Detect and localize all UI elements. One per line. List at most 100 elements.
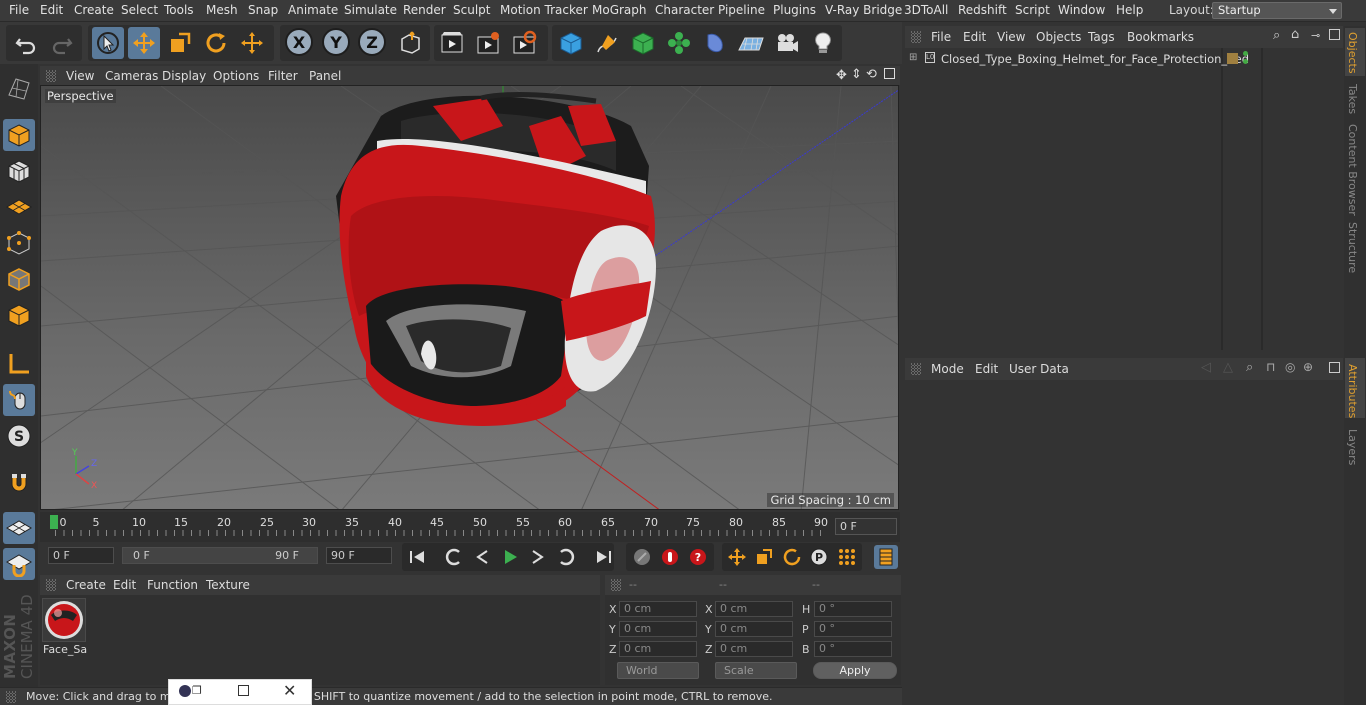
menu-pipeline[interactable]: Pipeline	[718, 3, 765, 17]
cloner-icon[interactable]	[663, 27, 695, 59]
rot-p-field[interactable]: 0 °	[814, 621, 892, 637]
viewport-dolly-icon[interactable]: ⇕	[851, 67, 862, 82]
y-axis-lock[interactable]: Y	[322, 28, 350, 56]
material-menu-edit[interactable]: Edit	[113, 578, 136, 592]
settings-icon[interactable]: ◎	[1285, 360, 1295, 374]
key-pla-icon[interactable]	[835, 545, 859, 569]
menu-snap[interactable]: Snap	[248, 3, 278, 17]
motion-record-icon[interactable]	[630, 545, 654, 569]
link-icon[interactable]: ⊸	[1311, 29, 1320, 42]
tab-objects[interactable]: Objects	[1346, 32, 1359, 74]
tab-layers[interactable]: Layers	[1346, 429, 1359, 465]
tab-content-browser[interactable]: Content Browser	[1346, 124, 1359, 216]
x-axis-lock[interactable]: X	[285, 28, 313, 56]
objects-menu-objects[interactable]: Objects	[1036, 30, 1081, 44]
previous-frame-icon[interactable]	[470, 545, 494, 569]
viewport-menu-panel[interactable]: Panel	[309, 69, 341, 83]
scale-icon[interactable]	[164, 27, 196, 59]
play-icon[interactable]	[498, 545, 522, 569]
material-menu-function[interactable]: Function	[147, 578, 198, 592]
recent-tool-icon[interactable]	[236, 27, 268, 59]
record-active-icon[interactable]	[658, 545, 682, 569]
object-row[interactable]: ⊞ L0 Closed_Type_Boxing_Helmet_for_Face_…	[905, 51, 1343, 69]
viewport-menu-filter[interactable]: Filter	[268, 69, 298, 83]
subdivision-icon[interactable]	[627, 27, 659, 59]
end-frame-field[interactable]: 90 F	[326, 547, 392, 564]
menu-mograph[interactable]: MoGraph	[592, 3, 647, 17]
new-window-icon[interactable]	[1329, 362, 1340, 373]
menu-file[interactable]: File	[9, 3, 29, 17]
frame-range-slider[interactable]: 0 F 90 F	[122, 547, 318, 564]
size-z-field[interactable]: 0 cm	[715, 641, 793, 657]
key-rotation-icon[interactable]	[780, 545, 804, 569]
search-icon[interactable]: ⌕	[1246, 360, 1253, 375]
snap-icon[interactable]	[3, 512, 35, 544]
viewport-menu-view[interactable]: View	[66, 69, 94, 83]
menu-edit[interactable]: Edit	[40, 3, 63, 17]
menu-script[interactable]: Script	[1015, 3, 1050, 17]
light-icon[interactable]	[807, 27, 839, 59]
panel-grip-icon[interactable]	[46, 70, 56, 82]
menu-sculpt[interactable]: Sculpt	[453, 3, 490, 17]
search-icon[interactable]: ⌕	[1273, 28, 1280, 43]
menu-select[interactable]: Select	[121, 3, 158, 17]
close-icon[interactable]: ✕	[283, 681, 296, 700]
menu-character[interactable]: Character	[655, 3, 714, 17]
back-arrow-icon[interactable]: ◁	[1201, 360, 1211, 375]
workplane-icon[interactable]	[3, 191, 35, 223]
size-x-field[interactable]: 0 cm	[715, 601, 793, 617]
next-keyframe-icon[interactable]	[554, 545, 578, 569]
attributes-menu-edit[interactable]: Edit	[975, 362, 998, 376]
coordinate-mode-select[interactable]: World	[617, 662, 699, 679]
menu-create[interactable]: Create	[74, 3, 114, 17]
key-parameter-icon[interactable]: P	[807, 545, 831, 569]
viewport-pan-icon[interactable]: ✥	[836, 68, 847, 83]
maximize-icon[interactable]	[238, 685, 249, 696]
menu-window[interactable]: Window	[1058, 3, 1105, 17]
panel-grip-icon[interactable]	[611, 579, 621, 591]
menu-help[interactable]: Help	[1116, 3, 1143, 17]
layer-color-icon[interactable]	[1227, 53, 1238, 64]
objects-menu-edit[interactable]: Edit	[963, 30, 986, 44]
axis-mode-icon[interactable]	[3, 348, 35, 380]
render-view-icon[interactable]	[436, 27, 468, 59]
menu-animate[interactable]: Animate	[288, 3, 338, 17]
model-mode-icon[interactable]	[3, 119, 35, 151]
pen-spline-icon[interactable]	[591, 27, 623, 59]
go-to-start-icon[interactable]	[405, 545, 429, 569]
key-position-icon[interactable]	[725, 545, 749, 569]
previous-keyframe-icon[interactable]	[442, 545, 466, 569]
snap-settings-icon[interactable]	[3, 548, 35, 580]
objects-menu-view[interactable]: View	[997, 30, 1025, 44]
transform-mode-select[interactable]: Scale	[715, 662, 797, 679]
start-frame-field[interactable]: 0 F	[48, 547, 114, 564]
material-swatch[interactable]	[42, 598, 86, 642]
size-y-field[interactable]: 0 cm	[715, 621, 793, 637]
up-arrow-icon[interactable]: △	[1223, 360, 1233, 375]
edges-mode-icon[interactable]	[3, 263, 35, 295]
live-selection-icon[interactable]	[92, 27, 124, 59]
playhead[interactable]	[50, 515, 58, 529]
menu-vray-bridge[interactable]: V-Ray Bridge	[825, 3, 902, 17]
cube-primitive-icon[interactable]	[555, 27, 587, 59]
pos-z-field[interactable]: 0 cm	[619, 641, 697, 657]
tweak-mode-icon[interactable]	[3, 384, 35, 416]
points-mode-icon[interactable]	[3, 227, 35, 259]
render-visibility-dot[interactable]	[1243, 59, 1248, 64]
key-scale-icon[interactable]	[752, 545, 776, 569]
menu-motion-tracker[interactable]: Motion Tracker	[500, 3, 588, 17]
expand-icon[interactable]: ⊞	[909, 52, 917, 63]
new-window-icon[interactable]	[1329, 29, 1340, 40]
texture-mode-icon[interactable]	[3, 155, 35, 187]
panel-grip-icon[interactable]	[911, 363, 921, 375]
polygons-mode-icon[interactable]	[3, 299, 35, 331]
next-frame-icon[interactable]	[526, 545, 550, 569]
z-axis-lock[interactable]: Z	[358, 28, 386, 56]
solo-icon[interactable]: S	[3, 420, 35, 452]
pos-y-field[interactable]: 0 cm	[619, 621, 697, 637]
tab-structure[interactable]: Structure	[1346, 222, 1359, 273]
editor-visibility-dot[interactable]	[1243, 51, 1248, 56]
rot-b-field[interactable]: 0 °	[814, 641, 892, 657]
menu-mesh[interactable]: Mesh	[206, 3, 238, 17]
viewport-rotate-icon[interactable]: ⟲	[866, 67, 877, 82]
